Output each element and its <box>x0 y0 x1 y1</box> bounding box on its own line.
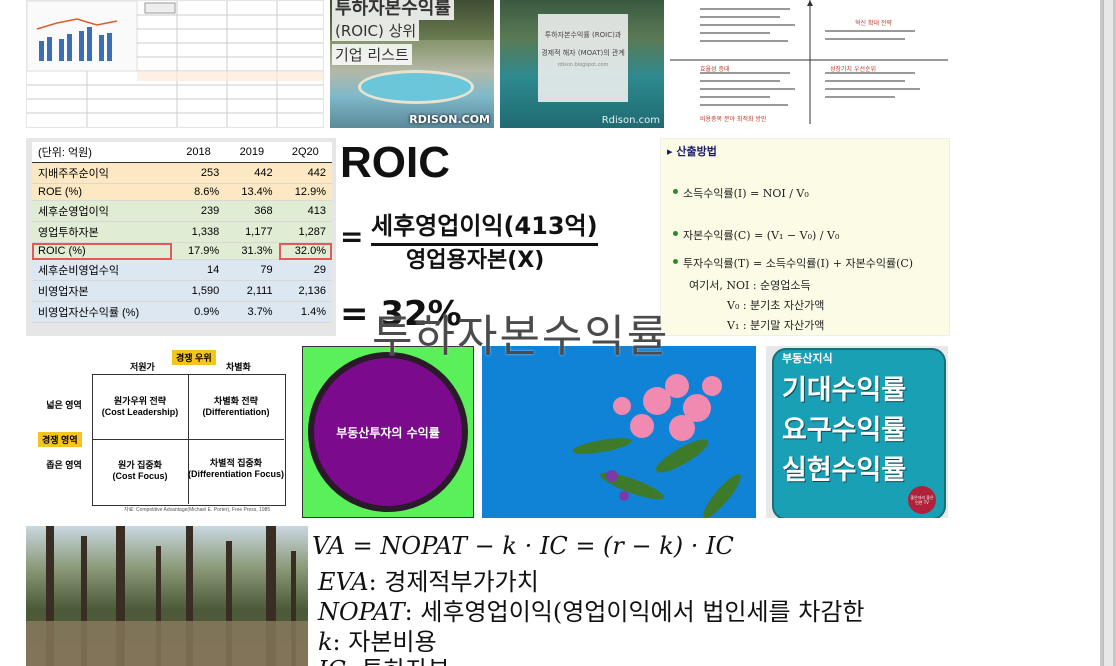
bullet-icon <box>673 259 678 264</box>
tag-label: 부동산지식 <box>782 352 833 365</box>
watermark: RDISON.COM <box>409 113 490 126</box>
roic-title: ROIC <box>340 138 450 187</box>
table-row: 세후순영업이익 239 368 413 <box>32 200 332 222</box>
thumbnail-realestate-return[interactable]: 부동산투자의 수익률 <box>302 346 474 518</box>
thumbnail-pine-forest[interactable] <box>26 526 308 666</box>
forest-graphic <box>26 526 308 666</box>
badge-competitive-scope: 경쟁 영역 <box>38 432 82 447</box>
calc-heading: ▸ 산출방법 <box>667 145 717 158</box>
caption-sub: rdison.blogspot.com <box>557 62 609 68</box>
disc-label: 부동산투자의 수익률 <box>336 425 440 440</box>
unit-label: (단위: 억원) <box>32 142 172 163</box>
formula-capital: 자본수익률(C) = (V₁ − V₀) / V₀ <box>683 229 840 242</box>
thumbnail-roic-moat[interactable]: 투하자본수익률 (ROIC)과 경제적 해자 (MOAT)의 관계 rdison… <box>500 0 664 128</box>
purple-disc: 부동산투자의 수익률 <box>308 352 468 512</box>
formula-total: 투자수익률(T) = 소득수익률(I) + 자본수익률(C) <box>683 257 914 270</box>
where-1: 여기서, NOI : 순영업소득 <box>689 279 811 292</box>
eva-line-1: VA = NOPAT − k · IC = (r − k) · IC <box>312 532 734 560</box>
quadrant-4: 차별적 집중화 (Differentiation Focus) <box>188 458 284 479</box>
formula-income: 소득수익률(I) = NOI / V₀ <box>683 187 809 200</box>
channel-badge: 좋은자리 좋은인연 TV <box>908 486 936 514</box>
title-line-1: 투하자본수익률 <box>332 0 454 20</box>
head-right: 혁신 확대 전략 <box>855 20 892 27</box>
overlay-caption: 투하자본수익률 <box>372 311 670 362</box>
line-expected: 기대수익률 <box>782 375 907 406</box>
col-2q20: 2Q20 <box>278 142 332 163</box>
thumbnail-flowers-photo[interactable] <box>482 346 756 518</box>
quadrant-2: 차별화 전략 (Differentiation) <box>202 396 270 417</box>
flower-graphic <box>482 346 756 518</box>
foot-right: 성장가치 우선순위 <box>830 66 877 73</box>
caption-line-2: 경제적 해자 (MOAT)의 관계 <box>541 49 625 57</box>
spreadsheet-graphic <box>27 1 323 127</box>
roic-numerator: 세후영업이익(413억) <box>371 206 598 246</box>
col-differentiation: 차별화 <box>226 362 251 372</box>
row-broad: 넓은 영역 <box>46 400 82 410</box>
scrollbar-thumb[interactable] <box>1103 0 1113 666</box>
roic-equals: = <box>340 220 364 253</box>
col-2019: 2019 <box>225 142 279 163</box>
thumbnail-roic-top-list[interactable]: 투하자본수익률 (ROIC) 상위 기업 리스트 RDISON.COM <box>330 0 494 128</box>
row-narrow: 좁은 영역 <box>46 460 82 470</box>
thumbnail-eva-formula[interactable]: VA = NOPAT − k · IC = (r − k) · IC EVA: … <box>310 526 950 666</box>
quadrant-3: 원가 집중화 (Cost Focus) <box>112 460 168 481</box>
table-row: 영업투하자본 1,338 1,177 1,287 <box>32 221 332 243</box>
line-realized: 실현수익률 <box>782 455 907 486</box>
table-row: ROE (%) 8.6% 13.4% 12.9% <box>32 183 332 201</box>
badge-competitive-advantage: 경쟁 우위 <box>172 350 216 365</box>
bullet-icon <box>673 189 678 194</box>
where-3: V₁ : 분기말 자산가액 <box>727 319 825 332</box>
table-row: 비영업자본 1,590 2,111 2,136 <box>32 280 332 302</box>
source-note: 자료: Competitive Advantage(Michael E. Por… <box>124 507 271 513</box>
caption-line-1: 투하자본수익률 (ROIC)과 <box>544 31 622 39</box>
bullet-icon <box>673 231 678 236</box>
line-required: 요구수익률 <box>782 415 907 446</box>
watermark: Rdison.com <box>601 115 660 126</box>
thumbnail-spreadsheet[interactable] <box>26 0 324 128</box>
table-row: 지배주주순이익 253 442 442 <box>32 162 332 184</box>
title-line-3: 기업 리스트 <box>332 44 412 65</box>
thumbnail-porter-strategies[interactable]: 경쟁 우위 저원가 차별화 넓은 영역 경쟁 영역 좁은 영역 원가우위 전략(… <box>26 346 296 518</box>
table-row: ROIC (%) 17.9% 31.3% 32.0% <box>32 242 332 260</box>
roic-denominator: 영업용자본(X) <box>406 248 545 273</box>
col-2018: 2018 <box>171 142 226 163</box>
head-left: 효율성 증대 <box>700 66 730 73</box>
table-row: 비영업자산수익률 (%) 0.9% 3.7% 1.4% <box>32 301 332 323</box>
table-row: 세후순비영업수익 14 79 29 <box>32 259 332 281</box>
thumbnail-expected-return[interactable]: 부동산지식 기대수익률 요구수익률 실현수익률 좋은자리 좋은인연 TV <box>766 346 948 518</box>
quadrant-1: 원가우위 전략 (Cost Leadership) <box>101 396 179 417</box>
col-low-cost: 저원가 <box>130 362 155 372</box>
title-line-2: (ROIC) 상위 <box>332 20 420 41</box>
where-2: V₀ : 분기초 자산가액 <box>727 299 825 312</box>
foot-left: 비용중복 분야 최적화 방안 <box>700 116 767 123</box>
thumbnail-return-formula[interactable]: ▸ 산출방법 소득수익률(I) = NOI / V₀ 자본수익률(C) = (V… <box>660 138 950 336</box>
roic-table: (단위: 억원) 2018 2019 2Q20 지배주주순이익 253 442 442… <box>32 142 332 323</box>
eva-line-5: IC: 투하자본 <box>318 650 450 666</box>
vertical-scrollbar[interactable] <box>1100 0 1116 666</box>
thumbnail-strategy-quadrant[interactable]: 혁신 확대 전략 효율성 증대 비용중복 분야 최적화 방안 성장가치 우선순위 <box>670 0 950 128</box>
